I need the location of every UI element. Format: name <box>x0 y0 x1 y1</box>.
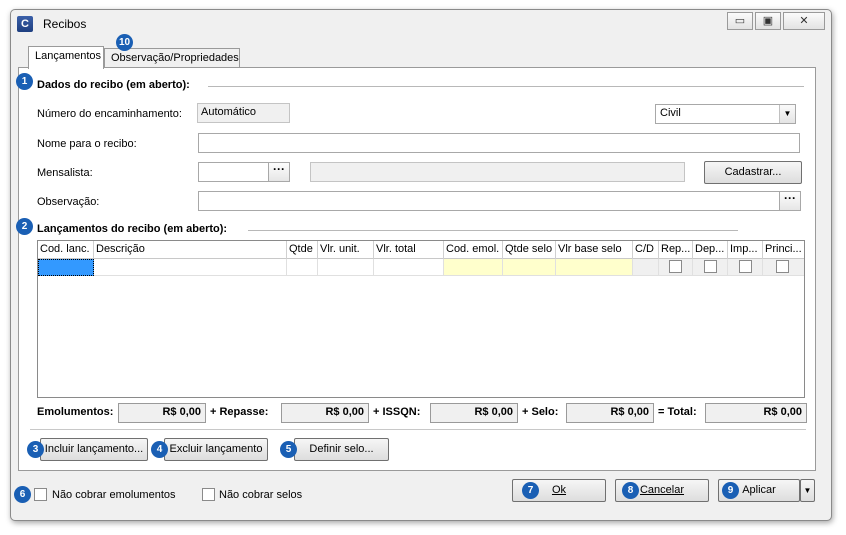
col-cd[interactable]: C/D <box>633 241 659 259</box>
col-rep[interactable]: Rep... <box>659 241 693 259</box>
dados-section-title: Dados do recibo (em aberto): <box>37 79 190 91</box>
checkbox-imp[interactable] <box>739 260 752 273</box>
nao-cobrar-emolumentos-label: Não cobrar emolumentos <box>52 489 176 501</box>
total-value: R$ 0,00 <box>705 403 807 423</box>
numero-field: Automático <box>197 103 290 123</box>
col-vlr-unit[interactable]: Vlr. unit. <box>318 241 374 259</box>
excluir-lancamento-button[interactable]: Excluir lançamento <box>164 438 268 461</box>
app-icon: C <box>17 16 33 32</box>
section-divider <box>248 230 738 231</box>
issqn-label: + ISSQN: <box>373 406 421 418</box>
tab-lancamentos[interactable]: Lançamentos <box>28 46 104 69</box>
badge-8: 8 <box>622 482 639 499</box>
selo-label: + Selo: <box>522 406 559 418</box>
mensalista-name-field <box>310 162 685 182</box>
total-label: = Total: <box>658 406 697 418</box>
chevron-down-icon: ▼ <box>779 105 795 123</box>
grid-header: Cod. lanc. Descrição Qtde Vlr. unit. Vlr… <box>38 241 804 259</box>
badge-6: 6 <box>14 486 31 503</box>
col-dep[interactable]: Dep... <box>693 241 728 259</box>
badge-10: 10 <box>116 34 133 51</box>
col-descricao[interactable]: Descrição <box>94 241 287 259</box>
issqn-value: R$ 0,00 <box>430 403 518 423</box>
badge-3: 3 <box>27 441 44 458</box>
window-title: Recibos <box>43 17 87 31</box>
badge-4: 4 <box>151 441 168 458</box>
cell-cod-emol[interactable] <box>444 259 503 276</box>
col-vlr-base-selo[interactable]: Vlr base selo <box>556 241 633 259</box>
emolumentos-value: R$ 0,00 <box>118 403 206 423</box>
col-imp[interactable]: Imp... <box>728 241 763 259</box>
cell-rep[interactable] <box>659 259 693 276</box>
observacao-field[interactable] <box>198 191 780 211</box>
definir-selo-button[interactable]: Definir selo... <box>294 438 389 461</box>
incluir-lancamento-button[interactable]: Incluir lançamento... <box>40 438 148 461</box>
checkbox-princi[interactable] <box>776 260 789 273</box>
emolumentos-label: Emolumentos: <box>37 406 114 418</box>
nome-field[interactable] <box>198 133 800 153</box>
divider <box>30 429 806 430</box>
tipo-select[interactable]: Civil ▼ <box>655 104 796 124</box>
chevron-down-icon: ▼ <box>803 486 812 495</box>
cell-cd <box>633 259 659 276</box>
col-princi[interactable]: Princi... <box>763 241 804 259</box>
badge-7: 7 <box>522 482 539 499</box>
cell-qtde[interactable] <box>287 259 318 276</box>
section-divider <box>208 86 804 87</box>
nao-cobrar-selos-checkbox[interactable] <box>202 488 215 501</box>
badge-1: 1 <box>16 73 33 90</box>
cell-vlr-base-selo[interactable] <box>556 259 633 276</box>
maximize-button[interactable]: ▣ <box>755 12 781 30</box>
cancelar-button-label: Cancelar <box>639 484 685 496</box>
nao-cobrar-selos-label: Não cobrar selos <box>219 489 303 501</box>
badge-5: 5 <box>280 441 297 458</box>
observacao-browse-button[interactable]: ··· <box>779 191 801 211</box>
selo-value: R$ 0,00 <box>566 403 654 423</box>
cell-imp[interactable] <box>728 259 763 276</box>
tipo-select-value: Civil <box>660 107 681 119</box>
numero-label: Número do encaminhamento: <box>37 108 182 120</box>
nao-cobrar-emolumentos-checkbox[interactable] <box>34 488 47 501</box>
minimize-button[interactable]: ▭ <box>727 12 753 30</box>
mensalista-search-button[interactable]: ··· <box>268 162 290 182</box>
nome-label: Nome para o recibo: <box>37 138 137 150</box>
checkbox-dep[interactable] <box>704 260 717 273</box>
col-qtde-selo[interactable]: Qtde selo <box>503 241 556 259</box>
cell-cod-lanc[interactable] <box>38 259 94 276</box>
cell-vlr-unit[interactable] <box>318 259 374 276</box>
cell-qtde-selo[interactable] <box>503 259 556 276</box>
title-bar[interactable]: C Recibos ▭ ▣ ✕ <box>11 10 831 36</box>
cadastrar-button[interactable]: Cadastrar... <box>704 161 802 184</box>
col-cod-emol[interactable]: Cod. emol. <box>444 241 503 259</box>
col-vlr-total[interactable]: Vlr. total <box>374 241 444 259</box>
aplicar-dropdown-button[interactable]: ▼ <box>800 479 815 502</box>
close-button[interactable]: ✕ <box>783 12 825 30</box>
table-row[interactable] <box>38 259 804 276</box>
col-qtde[interactable]: Qtde <box>287 241 318 259</box>
cell-vlr-total[interactable] <box>374 259 444 276</box>
checkbox-rep[interactable] <box>669 260 682 273</box>
mensalista-code-field[interactable] <box>198 162 269 182</box>
badge-9: 9 <box>722 482 739 499</box>
repasse-value: R$ 0,00 <box>281 403 369 423</box>
tab-observacao-propriedades[interactable]: Observação/Propriedades <box>104 48 240 69</box>
badge-2: 2 <box>16 218 33 235</box>
cell-princi[interactable] <box>763 259 804 276</box>
lancamentos-section-title: Lançamentos do recibo (em aberto): <box>37 223 228 235</box>
mensalista-label: Mensalista: <box>37 167 93 179</box>
cell-dep[interactable] <box>693 259 728 276</box>
col-cod-lanc[interactable]: Cod. lanc. <box>38 241 94 259</box>
ok-button-label: Ok <box>551 484 567 496</box>
observacao-label: Observação: <box>37 196 100 208</box>
cell-descricao[interactable] <box>94 259 287 276</box>
lancamentos-grid[interactable]: Cod. lanc. Descrição Qtde Vlr. unit. Vlr… <box>37 240 805 398</box>
repasse-label: + Repasse: <box>210 406 269 418</box>
